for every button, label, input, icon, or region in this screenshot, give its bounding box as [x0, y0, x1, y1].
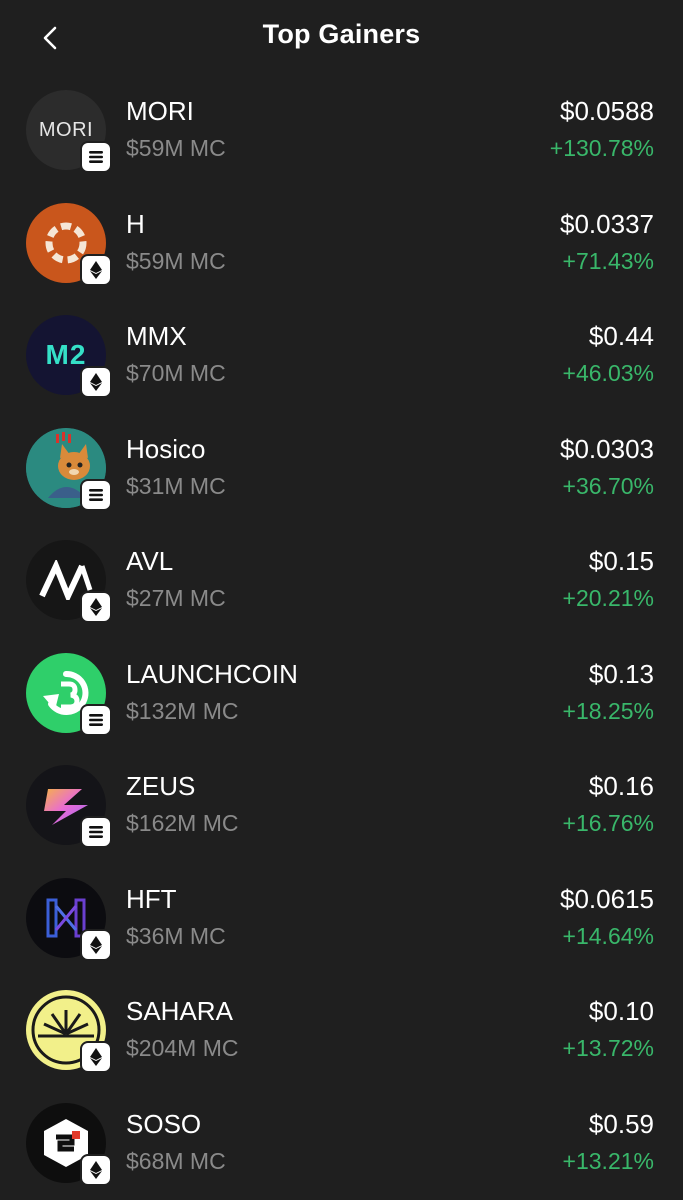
token-change: +14.64% — [562, 922, 654, 949]
mori-logo-text: MORI — [38, 118, 94, 141]
token-row-avl[interactable]: AVL $27M MC $0.15 +20.21% — [0, 523, 683, 636]
token-market-cap: $59M MC — [126, 135, 226, 161]
token-price: $0.16 — [588, 771, 654, 801]
ethereum-icon — [80, 928, 112, 961]
token-price: $0.0588 — [560, 96, 654, 126]
token-row-h[interactable]: H $59M MC $0.0337 +71.43% — [0, 186, 683, 299]
token-row-hft[interactable]: HFT $36M MC $0.0615 +14.64% — [0, 861, 683, 974]
token-symbol: LAUNCHCOIN — [126, 658, 298, 689]
solana-icon — [80, 141, 112, 173]
token-symbol: SAHARA — [126, 996, 233, 1026]
token-price: $0.44 — [588, 321, 654, 351]
token-logo — [26, 427, 112, 511]
solana-icon — [80, 816, 112, 848]
token-symbol: HFT — [126, 883, 177, 914]
token-row-zeus[interactable]: ZEUS $162M MC $0.16 +16.76% — [0, 748, 683, 861]
token-row-launchcoin[interactable]: LAUNCHCOIN $132M MC $0.13 +18.25% — [0, 636, 683, 749]
token-logo — [26, 990, 112, 1073]
ethereum-icon — [80, 591, 112, 623]
ethereum-icon — [80, 253, 112, 286]
token-price: $0.0337 — [560, 208, 654, 239]
mmx-logo-text: M2 — [45, 339, 87, 370]
token-change: +36.70% — [562, 472, 654, 499]
token-logo: M2 — [26, 315, 112, 398]
solana-icon — [80, 703, 112, 736]
token-price: $0.13 — [588, 658, 654, 689]
token-row-sahara[interactable]: SAHARA $204M MC $0.10 +13.72% — [0, 973, 683, 1086]
ethereum-icon — [80, 1153, 112, 1186]
solana-icon — [80, 478, 112, 511]
token-logo: MORI — [26, 90, 112, 173]
token-row-soso[interactable]: SOSO $68M MC $0.59 +13.21% — [0, 1086, 683, 1199]
token-change: +46.03% — [562, 360, 654, 386]
token-market-cap: $27M MC — [126, 585, 226, 611]
token-symbol: MMX — [126, 321, 187, 351]
token-list: MORI MORI $59M MC $0.0588 +130.78% H $59… — [0, 73, 683, 1198]
top-bar: Top Gainers — [0, 0, 683, 75]
token-price: $0.10 — [588, 996, 654, 1026]
token-change: +71.43% — [562, 247, 654, 274]
ethereum-icon — [80, 366, 112, 398]
token-change: +130.78% — [549, 135, 654, 161]
token-price: $0.59 — [588, 1108, 654, 1139]
token-logo — [26, 1102, 112, 1186]
token-change: +18.25% — [562, 697, 654, 724]
token-change: +13.21% — [562, 1147, 654, 1174]
token-market-cap: $204M MC — [126, 1035, 239, 1061]
token-symbol: MORI — [126, 96, 194, 126]
page-title: Top Gainers — [262, 19, 421, 49]
token-market-cap: $59M MC — [126, 247, 226, 274]
token-symbol: SOSO — [126, 1108, 202, 1139]
token-symbol: H — [126, 208, 145, 239]
token-market-cap: $162M MC — [126, 810, 239, 836]
token-price: $0.0303 — [560, 433, 654, 464]
token-row-mori[interactable]: MORI MORI $59M MC $0.0588 +130.78% — [0, 73, 683, 186]
token-logo — [26, 540, 112, 623]
token-change: +16.76% — [562, 810, 654, 836]
token-market-cap: $36M MC — [126, 922, 226, 949]
ethereum-icon — [80, 1041, 112, 1073]
token-market-cap: $68M MC — [126, 1147, 226, 1174]
token-logo — [26, 202, 112, 286]
token-market-cap: $132M MC — [126, 697, 239, 724]
token-logo — [26, 765, 112, 848]
token-symbol: Hosico — [126, 433, 206, 464]
token-logo — [26, 652, 112, 736]
token-change: +13.72% — [562, 1035, 654, 1061]
token-row-mmx[interactable]: M2 MMX $70M MC $0.44 +46.03% — [0, 298, 683, 411]
token-symbol: AVL — [126, 546, 174, 576]
token-change: +20.21% — [562, 585, 654, 611]
token-market-cap: $70M MC — [126, 360, 226, 386]
token-price: $0.15 — [588, 546, 654, 576]
token-logo — [26, 877, 112, 961]
token-row-hosico[interactable]: Hosico $31M MC $0.0303 +36.70% — [0, 411, 683, 524]
token-price: $0.0615 — [560, 883, 654, 914]
token-market-cap: $31M MC — [126, 472, 226, 499]
token-symbol: ZEUS — [126, 771, 196, 801]
